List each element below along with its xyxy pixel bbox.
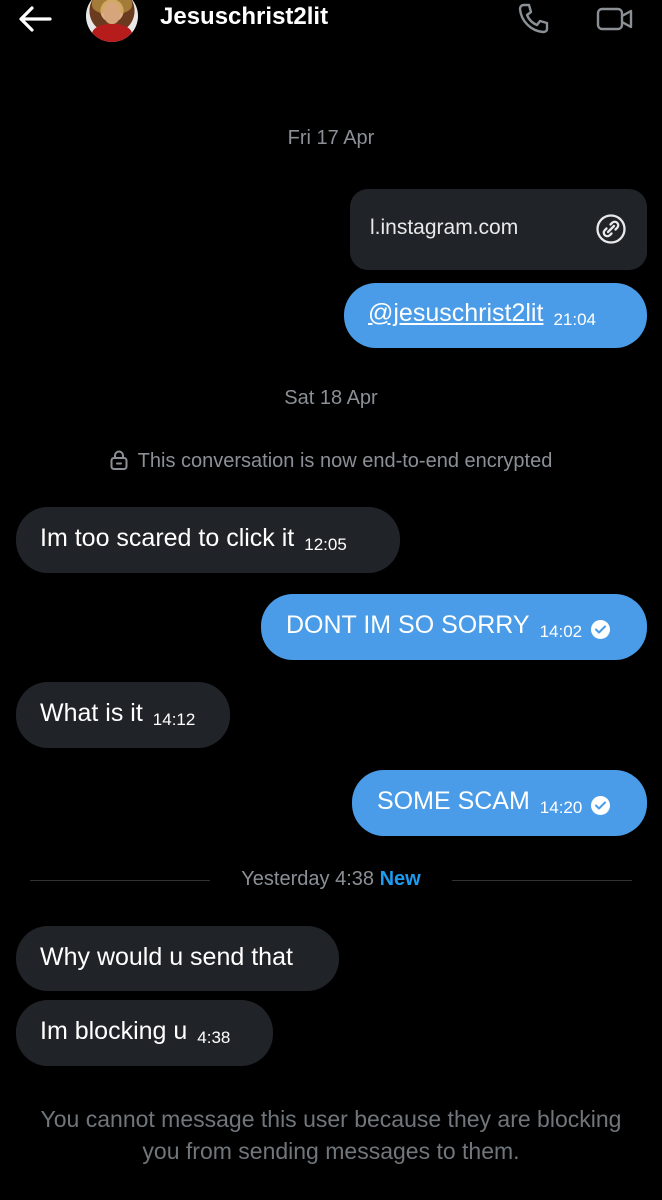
phone-icon[interactable]: [516, 2, 550, 34]
message-text[interactable]: Im blocking u: [40, 1017, 187, 1045]
message-time: 21:04: [553, 310, 596, 329]
message-time: 12:05: [304, 535, 347, 554]
blocked-notice: You cannot message this user because the…: [40, 1106, 622, 1164]
message-bubble-incoming[interactable]: Why would u send that: [16, 926, 339, 991]
link-domain: l.instagram.com: [370, 216, 519, 239]
message-text[interactable]: @jesuschrist2lit: [368, 299, 543, 327]
message-text[interactable]: DONT IM SO SORRY: [286, 611, 530, 639]
link-preview-card[interactable]: l.instagram.com: [350, 189, 647, 270]
encryption-notice: This conversation is now end-to-end encr…: [0, 450, 662, 473]
new-badge: New: [379, 868, 421, 890]
lock-icon: [110, 450, 128, 470]
message-time: 14:20: [539, 798, 583, 817]
encryption-text: This conversation is now end-to-end encr…: [137, 450, 553, 472]
message-bubble-incoming[interactable]: What is it 14:12: [16, 682, 230, 748]
video-camera-icon[interactable]: [596, 4, 634, 34]
message-bubble-outgoing[interactable]: SOME SCAM 14:20: [352, 770, 647, 836]
link-icon: [596, 214, 626, 244]
arrow-left-icon[interactable]: [16, 4, 52, 34]
read-check-icon: [591, 796, 611, 815]
message-time: 14:12: [152, 710, 196, 729]
date-separator: Sat 18 Apr: [284, 387, 378, 409]
message-text[interactable]: SOME SCAM: [377, 787, 530, 815]
message-time: 14:02: [539, 622, 583, 641]
username[interactable]: Jesuschrist2lit: [160, 3, 328, 31]
avatar[interactable]: [86, 0, 138, 42]
message-bubble-incoming[interactable]: Im too scared to click it 12:05: [16, 507, 400, 573]
message-bubble-incoming[interactable]: Im blocking u 4:38: [16, 1000, 273, 1066]
message-bubble-outgoing[interactable]: DONT IM SO SORRY 14:02: [261, 594, 647, 660]
separator-time: Yesterday 4:38: [241, 868, 374, 890]
message-text[interactable]: Why would u send that: [40, 943, 293, 971]
message-text[interactable]: Im too scared to click it: [40, 524, 294, 552]
new-messages-separator: Yesterday 4:38 New: [0, 868, 662, 891]
message-text[interactable]: What is it: [40, 699, 143, 727]
conversation-header: Jesuschrist2lit: [0, 0, 662, 60]
message-bubble-outgoing[interactable]: @jesuschrist2lit 21:04: [344, 283, 647, 348]
message-time: 4:38: [197, 1028, 231, 1047]
date-separator: Fri 17 Apr: [287, 127, 375, 149]
read-check-icon: [591, 620, 611, 639]
